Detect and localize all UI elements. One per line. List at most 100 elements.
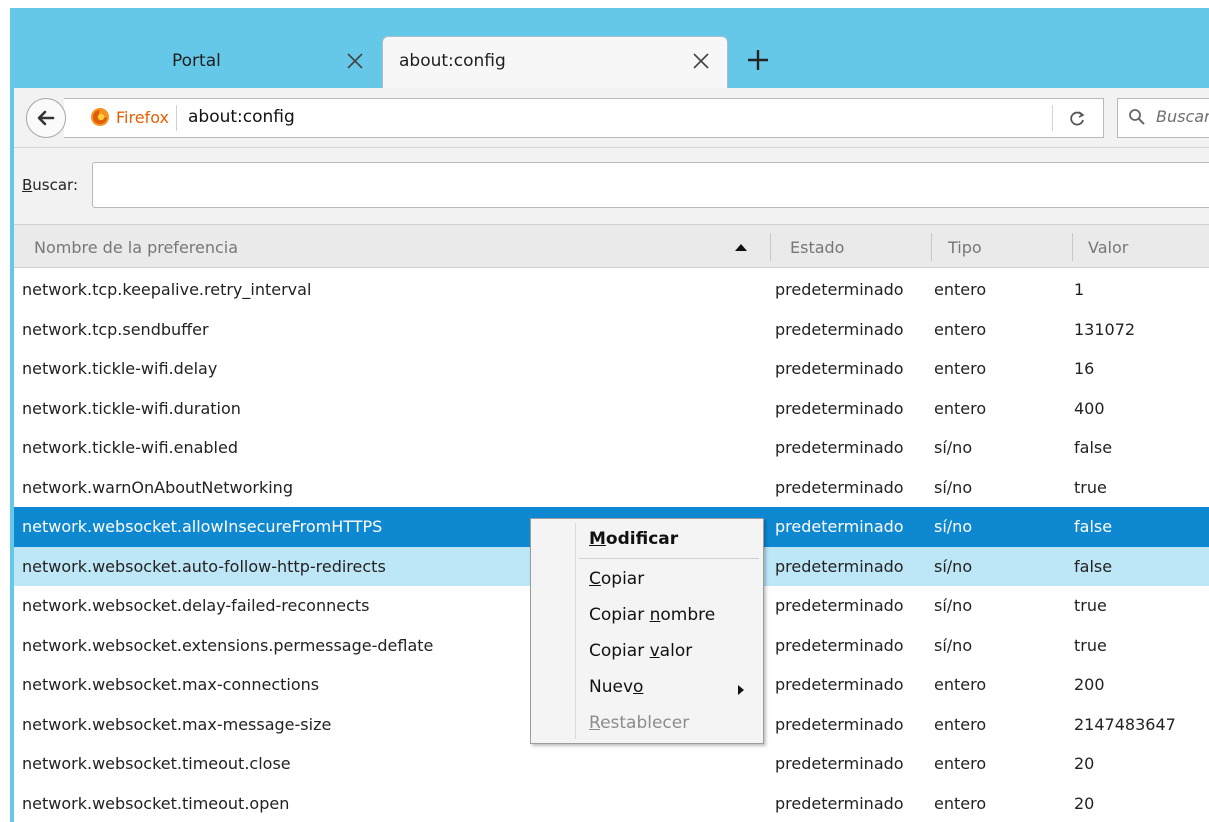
access-key: M [589,529,606,549]
pref-type-cell: sí/no [934,596,973,615]
menu-text: Copiar [589,641,650,661]
pref-value-cell: true [1074,596,1107,615]
access-key: n [649,605,661,625]
filter-label: Buscar: [22,176,78,194]
close-tab-icon[interactable] [344,50,366,72]
tab-portal[interactable]: Portal [14,40,378,86]
pref-name-cell: network.tickle-wifi.duration [22,398,241,418]
pref-value-cell: 200 [1074,675,1105,694]
column-divider[interactable] [770,233,771,261]
search-bar[interactable]: Buscar [1117,98,1209,138]
table-row[interactable]: network.warnOnAboutNetworking predetermin… [14,468,1209,508]
divider [176,105,177,131]
url-bar[interactable]: Firefox about:config [64,98,1104,138]
table-row[interactable]: network.tickle-wifi.duration predetermina… [14,389,1209,429]
pref-name-cell: network.tickle-wifi.delay [22,359,218,378]
access-key: R [589,713,601,733]
menu-item-modify[interactable]: Modificar [589,529,678,549]
pref-value-cell: 16 [1074,359,1095,378]
pref-name-cell: network.websocket.extensions.permessage-… [22,635,434,655]
table-row[interactable]: network.tcp.sendbuffer predeterminado ente… [14,310,1209,350]
access-key: B [22,176,33,194]
column-header-status[interactable]: Estado [790,225,844,269]
menu-item-reset: Restablecer [589,713,689,733]
menu-text: opiar [600,569,645,589]
close-tab-icon[interactable] [690,50,712,72]
pref-status-cell: predeterminado [775,596,904,615]
access-key: v [649,641,660,661]
column-divider[interactable] [931,233,932,261]
pref-type-cell: entero [934,398,987,418]
pref-type-cell: entero [934,793,987,813]
tab-label: about:config [399,51,506,71]
pref-status-cell: predeterminado [775,793,904,813]
menu-separator [579,558,759,559]
pref-status-cell: predeterminado [775,280,904,299]
access-key: o [633,677,644,697]
pref-type-cell: entero [934,754,987,773]
menu-item-copy-value[interactable]: Copiar valor [589,641,692,661]
menu-gutter [575,523,576,739]
search-icon [1129,109,1145,125]
menu-text: ombre [660,605,716,625]
table-row[interactable]: network.tcp.keepalive.retry_interval pred… [14,270,1209,310]
firefox-logo-icon [91,108,109,126]
identity-box[interactable]: Firefox [90,107,169,127]
new-tab-plus-icon[interactable] [744,46,772,74]
reload-button[interactable] [1064,107,1090,131]
pref-value-cell: 131072 [1074,319,1136,339]
pref-status-cell: predeterminado [775,359,904,378]
table-row[interactable]: network.tickle-wifi.delay predeterminado e… [14,349,1209,389]
submenu-arrow-icon [738,685,744,695]
pref-value-cell: 400 [1074,398,1105,418]
pref-value-cell: 20 [1074,793,1095,813]
sort-ascending-icon [735,244,747,251]
pref-type-cell: entero [934,280,987,299]
pref-name-cell: network.websocket.timeout.open [22,793,290,813]
pref-value-cell: true [1074,477,1107,497]
tab-label: Portal [172,51,221,71]
url-text[interactable]: about:config [188,107,295,127]
table-row[interactable]: network.websocket.timeout.open predetermi… [14,784,1209,822]
column-header-name[interactable]: Nombre de la preferencia [34,225,238,269]
filter-input[interactable] [92,162,1209,208]
filter-row: Buscar: [14,148,1209,224]
search-placeholder: Buscar [1156,107,1209,126]
back-button[interactable] [26,98,66,138]
pref-value-cell: false [1074,517,1113,536]
column-header-type[interactable]: Tipo [948,225,982,269]
pref-status-cell: predeterminado [775,635,904,655]
pref-type-cell: entero [934,675,987,694]
table-header: Nombre de la preferencia Estado Tipo Val… [14,224,1209,268]
pref-value-cell: 20 [1074,754,1095,773]
column-divider[interactable] [1072,233,1073,261]
menu-text: Copiar [589,605,650,625]
table-row[interactable]: network.websocket.timeout.close predeterm… [14,744,1209,784]
back-arrow-icon [37,110,55,126]
menu-text: establecer [600,713,690,733]
pref-type-cell: entero [934,319,987,339]
column-header-value[interactable]: Valor [1088,225,1128,269]
table-row[interactable]: network.tickle-wifi.enabled predeterminad… [14,428,1209,468]
identity-label: Firefox [116,107,169,127]
menu-item-new[interactable]: Nuevo [589,677,643,697]
pref-name-cell: network.websocket.max-connections [22,675,320,694]
pref-name-cell: network.websocket.max-message-size [22,714,332,734]
menu-item-copy[interactable]: Copiar [589,569,644,589]
navigation-toolbar: Firefox about:config Buscar [14,88,1209,148]
pref-status-cell: predeterminado [775,556,904,576]
pref-status-cell: predeterminado [775,438,904,457]
pref-name-cell: network.websocket.auto-follow-http-redir… [22,556,386,576]
pref-value-cell: 2147483647 [1074,714,1176,734]
pref-type-cell: entero [934,714,987,734]
menu-item-copy-name[interactable]: Copiar nombre [589,605,715,625]
pref-name-cell: network.warnOnAboutNetworking [22,477,293,497]
pref-type-cell: sí/no [934,556,973,576]
menu-text: odificar [605,529,679,549]
pref-value-cell: false [1074,556,1113,576]
context-menu: Modificar Copiar Copiar nombre Copiar va… [530,518,764,744]
label-text: uscar: [32,176,79,194]
pref-name-cell: network.websocket.delay-failed-reconnect… [22,596,370,615]
pref-name-cell: network.tcp.keepalive.retry_interval [22,280,312,299]
tab-about-config[interactable]: about:config [382,36,728,88]
